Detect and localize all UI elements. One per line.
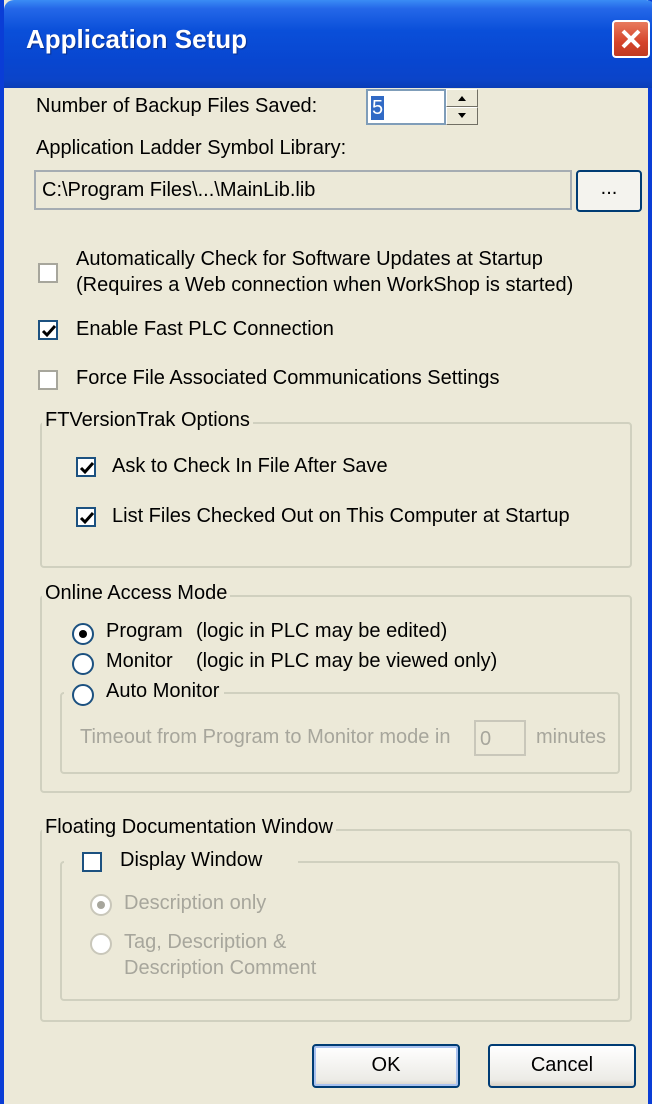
close-button[interactable] <box>612 20 650 58</box>
program-radio[interactable] <box>72 623 94 645</box>
auto-update-label: Automatically Check for Software Updates… <box>76 248 543 270</box>
backup-files-stepper[interactable] <box>446 89 478 125</box>
program-label: Program <box>106 620 183 642</box>
backup-files-value: 5 <box>371 96 385 120</box>
online-access-title: Online Access Mode <box>42 582 231 605</box>
ftversiontrak-title: FTVersionTrak Options <box>42 409 253 432</box>
monitor-label: Monitor <box>106 650 173 672</box>
ftversiontrak-group <box>40 422 632 568</box>
library-path-field[interactable]: C:\Program Files\...\MainLib.lib <box>34 170 572 210</box>
cancel-button[interactable]: Cancel <box>488 1044 636 1088</box>
spin-down-button[interactable] <box>446 107 478 125</box>
application-setup-dialog: Application Setup Number of Backup Files… <box>0 0 652 1104</box>
tag-description-label: Tag, Description & <box>124 931 287 953</box>
checkin-checkbox[interactable] <box>76 457 96 477</box>
checkin-label: Ask to Check In File After Save <box>112 455 388 477</box>
timeout-label: Timeout from Program to Monitor mode in <box>80 726 451 748</box>
spin-up-button[interactable] <box>446 89 478 107</box>
title-bar[interactable]: Application Setup <box>4 0 652 88</box>
list-files-checkbox[interactable] <box>76 507 96 527</box>
checkmark-icon <box>79 462 95 475</box>
display-window-label: Display Window <box>120 849 263 871</box>
ok-button[interactable]: OK <box>312 1044 460 1088</box>
timeout-value: 0 <box>480 728 492 750</box>
floating-doc-title: Floating Documentation Window <box>42 816 336 839</box>
window-title: Application Setup <box>26 24 247 54</box>
auto-update-note: (Requires a Web connection when WorkShop… <box>76 274 574 296</box>
monitor-desc: (logic in PLC may be viewed only) <box>196 650 498 672</box>
down-arrow-icon <box>458 113 466 118</box>
checkmark-icon <box>41 325 57 338</box>
library-label: Application Ladder Symbol Library: <box>36 137 347 159</box>
tag-description-radio[interactable] <box>90 933 112 955</box>
force-file-label: Force File Associated Communications Set… <box>76 367 500 389</box>
description-only-radio[interactable] <box>90 894 112 916</box>
auto-update-checkbox[interactable] <box>38 263 58 283</box>
close-icon <box>621 29 641 49</box>
fast-plc-checkbox[interactable] <box>38 320 58 340</box>
display-window-checkbox[interactable] <box>82 852 102 872</box>
description-only-label: Description only <box>124 892 267 914</box>
checkmark-icon <box>79 512 95 525</box>
force-file-checkbox[interactable] <box>38 370 58 390</box>
up-arrow-icon <box>458 96 466 101</box>
backup-files-label: Number of Backup Files Saved: <box>36 95 318 117</box>
auto-monitor-radio[interactable] <box>72 684 94 706</box>
backup-files-input[interactable]: 5 <box>366 89 446 125</box>
monitor-radio[interactable] <box>72 653 94 675</box>
auto-monitor-label: Auto Monitor <box>106 680 220 702</box>
tag-description-label-line2: Description Comment <box>124 957 317 979</box>
program-desc: (logic in PLC may be edited) <box>196 620 448 642</box>
library-path-value: C:\Program Files\...\MainLib.lib <box>42 179 316 201</box>
browse-button[interactable]: ... <box>576 170 642 212</box>
fast-plc-label: Enable Fast PLC Connection <box>76 318 334 340</box>
list-files-label: List Files Checked Out on This Computer … <box>112 505 570 527</box>
timeout-unit: minutes <box>536 726 607 748</box>
timeout-input[interactable]: 0 <box>474 720 526 756</box>
